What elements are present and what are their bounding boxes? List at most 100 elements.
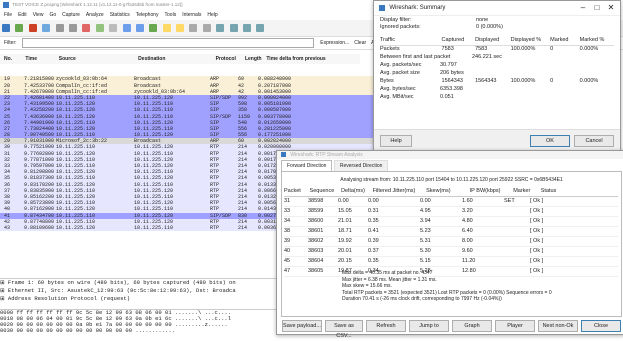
wireshark-logo-icon xyxy=(3,2,9,8)
col-destination[interactable]: Destination xyxy=(138,54,214,64)
menu-item[interactable]: Analyze xyxy=(86,10,104,20)
refresh-button[interactable]: Refresh xyxy=(366,320,406,332)
go-to-packet-icon[interactable] xyxy=(149,24,158,32)
filter-button[interactable]: Clear xyxy=(354,40,366,46)
wireshark-logo-icon xyxy=(281,152,286,158)
between-row: Between first and last packet 246.221 sec xyxy=(380,54,502,60)
avg-size-row: Avg. packet size 206 bytes xyxy=(380,70,464,76)
filter-button[interactable]: Expression... xyxy=(320,40,349,46)
ignored-label: Ignored packets: xyxy=(380,24,421,30)
close-icon[interactable]: ✕ xyxy=(604,1,618,15)
close-button[interactable]: Close xyxy=(581,320,621,332)
reload-icon[interactable] xyxy=(95,24,104,32)
display-filter-label: Display filter: xyxy=(380,17,412,23)
col-jitter[interactable]: Filtered Jitter(ms) xyxy=(373,188,425,194)
rtp-table-body: 31 38598 0.00 0.00 0.00 1.60 SET[ Ok ] 33 38599 1… xyxy=(284,197,618,277)
find-icon[interactable] xyxy=(109,24,118,32)
open-file-icon[interactable] xyxy=(55,24,64,32)
analysis-line: Analysing stream from: 10.11.225.110 por… xyxy=(340,177,563,183)
go-back-icon[interactable] xyxy=(122,24,131,32)
save-payload-button[interactable]: Save payload... xyxy=(282,320,322,332)
menu-item[interactable]: File xyxy=(4,10,12,20)
save-csv-button[interactable]: Save as CSV... xyxy=(325,320,363,339)
zoom-in-icon[interactable] xyxy=(216,24,225,32)
filter-input[interactable] xyxy=(21,37,314,48)
tab-forward-direction[interactable]: Forward Direction xyxy=(281,160,333,171)
filter-label: Filter: xyxy=(4,40,17,46)
rtp-button-bar: Save payload... Save as CSV... Refresh J… xyxy=(277,317,623,339)
menu-item[interactable]: View xyxy=(33,10,44,20)
tab-reversed-direction[interactable]: Reversed Direction xyxy=(333,160,389,171)
rtp-row[interactable]: 34 38600 21.01 0.35 3.94 4.80[ Ok ] xyxy=(284,217,618,227)
col-no[interactable]: No. xyxy=(0,54,24,64)
zoom-normal-icon[interactable] xyxy=(243,24,252,32)
cancel-button[interactable]: Cancel xyxy=(574,135,614,147)
first-packet-icon[interactable] xyxy=(162,24,171,32)
col-delta[interactable]: Time delta from previous xyxy=(266,54,325,64)
last-packet-icon[interactable] xyxy=(176,24,185,32)
col-source[interactable]: Source xyxy=(59,54,137,64)
col-sequence[interactable]: Sequence xyxy=(310,188,340,194)
rtp-title: Wireshark: RTP Stream Analysis xyxy=(290,152,363,158)
rtp-row[interactable]: 31 38598 0.00 0.00 0.00 1.60 SET[ Ok ] xyxy=(284,197,618,207)
restart-capture-icon[interactable] xyxy=(42,24,51,32)
summary-body: Display filter: none Ignored packets: 0 (0… xyxy=(380,17,614,102)
menu-item[interactable]: Help xyxy=(207,10,217,20)
col-time[interactable]: Time xyxy=(25,54,57,64)
summary-title-bar: Wireshark: Summary – □ ✕ xyxy=(374,1,620,16)
col-status[interactable]: Status xyxy=(541,188,557,194)
summary-button-bar: Help OK Cancel xyxy=(374,129,620,152)
resize-columns-icon[interactable] xyxy=(256,24,265,32)
menu-item[interactable]: Edit xyxy=(18,10,27,20)
col-skew[interactable]: Skew(ms) xyxy=(426,188,468,194)
col-delta[interactable]: Delta(ms) xyxy=(341,188,371,194)
player-button[interactable]: Player xyxy=(495,320,535,332)
rtp-row[interactable]: 45 38604 20.15 0.35 5.15 11.20[ Ok ] xyxy=(284,257,618,267)
next-non-ok-button[interactable]: Next non-Ok xyxy=(538,320,578,332)
col-bw[interactable]: IP BW(kbps) xyxy=(470,188,512,194)
col-protocol[interactable]: Protocol xyxy=(216,54,244,64)
main-title: TEST VOICE Z.pcapng [Wireshark 1.12.11 (… xyxy=(12,2,183,7)
menu-item[interactable]: Statistics xyxy=(110,10,130,20)
graph-button[interactable]: Graph xyxy=(452,320,492,332)
col-marker[interactable]: Marker xyxy=(513,188,539,194)
avg-bps-row: Avg. bytes/sec 6353.398 xyxy=(380,86,463,92)
menu-item[interactable]: Telephony xyxy=(136,10,159,20)
ignored-value: 0 (0.000%) xyxy=(476,24,503,30)
jump-to-button[interactable]: Jump to xyxy=(409,320,449,332)
interfaces-icon[interactable] xyxy=(2,24,10,32)
rtp-row[interactable]: 33 38599 15.05 0.31 4.95 3.20[ Ok ] xyxy=(284,207,618,217)
rtp-row[interactable]: 40 38603 20.01 0.37 5.30 9.60[ Ok ] xyxy=(284,247,618,257)
rtp-title-bar: Wireshark: RTP Stream Analysis xyxy=(277,151,623,159)
display-filter-value: none xyxy=(476,17,489,23)
summary-title: Wireshark: Summary xyxy=(389,5,446,11)
autoscroll-icon[interactable] xyxy=(202,24,211,32)
minimize-icon[interactable]: – xyxy=(576,1,590,15)
rtp-row[interactable]: 38 38601 18.71 0.41 5.23 6.40[ Ok ] xyxy=(284,227,618,237)
rtp-stats: Max delta = 40.35 ms at packet no. 4347 … xyxy=(342,270,618,303)
rtp-table: Packet Sequence Delta(ms) Filtered Jitte… xyxy=(284,188,618,277)
ok-button[interactable]: OK xyxy=(530,135,570,147)
stop-capture-icon[interactable] xyxy=(28,24,37,32)
col-packet[interactable]: Packet xyxy=(284,188,308,194)
close-file-icon[interactable] xyxy=(82,24,91,32)
wireshark-logo-icon xyxy=(379,4,385,11)
maximize-icon[interactable]: □ xyxy=(590,1,604,15)
summary-dialog: Wireshark: Summary – □ ✕ Display filter: no… xyxy=(373,0,621,152)
col-length[interactable]: Length xyxy=(245,54,265,64)
menu-item[interactable]: Internals xyxy=(182,10,201,20)
rtp-row[interactable]: 39 38602 19.92 0.39 5.31 8.00[ Ok ] xyxy=(284,237,618,247)
packets-row: Packets 7583 7583 100.000% 0 0.000% xyxy=(380,46,599,52)
zoom-out-icon[interactable] xyxy=(229,24,238,32)
start-capture-icon[interactable] xyxy=(15,24,24,32)
rtp-analysis-dialog: Wireshark: RTP Stream Analysis Forward D… xyxy=(276,150,623,339)
save-file-icon[interactable] xyxy=(68,24,77,32)
traffic-header-row: Traffic Captured Displayed Displayed % M… xyxy=(380,37,614,46)
avg-mbps-row: Avg. MBit/sec 0.051 xyxy=(380,94,454,100)
menu-item[interactable]: Go xyxy=(49,10,56,20)
help-button[interactable]: Help xyxy=(380,135,412,147)
menu-item[interactable]: Tools xyxy=(165,10,177,20)
menu-item[interactable]: Capture xyxy=(62,10,80,20)
go-forward-icon[interactable] xyxy=(135,24,144,32)
colorize-icon[interactable] xyxy=(189,24,198,32)
